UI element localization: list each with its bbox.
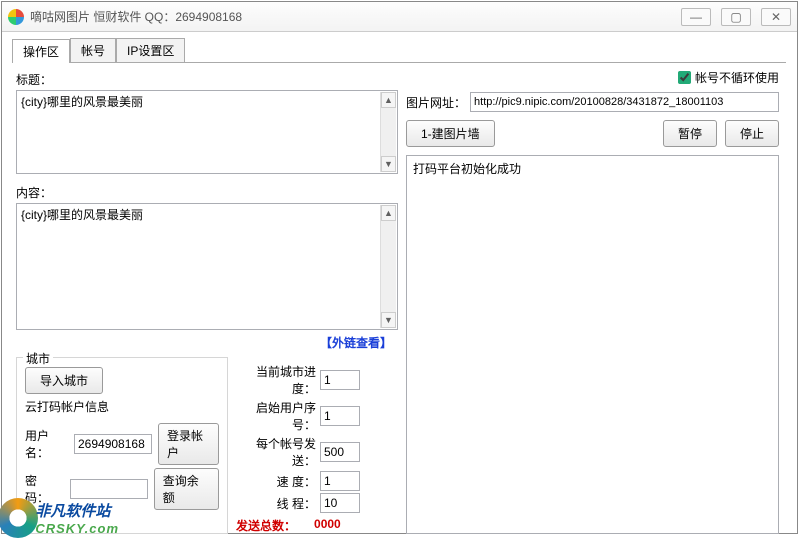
- start-user-label: 启始用户序号：: [236, 399, 316, 433]
- speed-label: 速 度：: [236, 473, 316, 490]
- minimize-button[interactable]: —: [681, 8, 711, 26]
- tab-account[interactable]: 帐号: [70, 38, 116, 62]
- city-groupbox: 城市 导入城市 云打码帐户信息 用户名： 登录帐户 密 码： 查询余额: [16, 357, 228, 534]
- window-title: 嘀咕网图片 恒财软件 QQ：2694908168: [30, 8, 681, 25]
- import-city-button[interactable]: 导入城市: [25, 367, 103, 394]
- no-loop-label: 帐号不循环使用: [695, 69, 779, 86]
- speed-input[interactable]: [320, 471, 360, 491]
- query-balance-button[interactable]: 查询余额: [154, 468, 219, 510]
- cur-city-label: 当前城市进度：: [236, 363, 316, 397]
- scroll-up-icon[interactable]: ▲: [381, 205, 396, 221]
- username-input[interactable]: [74, 434, 152, 454]
- bottom-area: 城市 导入城市 云打码帐户信息 用户名： 登录帐户 密 码： 查询余额: [16, 355, 398, 534]
- send-total-value: 0000: [314, 517, 341, 534]
- scrollbar[interactable]: ▲ ▼: [380, 92, 396, 172]
- stats-column: 当前城市进度： 启始用户序号： 每个帐号发送： 速 度： 线 程： 发送总数： …: [236, 355, 360, 534]
- build-image-wall-button[interactable]: 1-建图片墙: [406, 120, 495, 147]
- no-loop-check[interactable]: 帐号不循环使用: [406, 69, 779, 86]
- content-textarea[interactable]: {city}哪里的风景最美丽 ▲ ▼: [16, 203, 398, 330]
- client-area: 操作区 帐号 IP设置区 标题： {city}哪里的风景最美丽 ▲ ▼ 内容： …: [2, 32, 797, 533]
- password-input[interactable]: [70, 479, 148, 499]
- no-loop-checkbox[interactable]: [678, 71, 691, 84]
- image-url-label: 图片网址：: [406, 94, 466, 111]
- tab-bar: 操作区 帐号 IP设置区: [12, 40, 787, 62]
- external-link-label[interactable]: 【外链查看】: [16, 334, 392, 351]
- thread-input[interactable]: [320, 493, 360, 513]
- scroll-track[interactable]: [381, 222, 396, 311]
- scrollbar[interactable]: ▲ ▼: [380, 205, 396, 328]
- scroll-down-icon[interactable]: ▼: [381, 312, 396, 328]
- password-label: 密 码：: [25, 472, 64, 506]
- thread-label: 线 程：: [236, 495, 316, 512]
- scroll-down-icon[interactable]: ▼: [381, 156, 396, 172]
- left-column: 标题： {city}哪里的风景最美丽 ▲ ▼ 内容： {city}哪里的风景最美…: [16, 69, 398, 534]
- stop-button[interactable]: 停止: [725, 120, 779, 147]
- scroll-up-icon[interactable]: ▲: [381, 92, 396, 108]
- log-textarea[interactable]: 打码平台初始化成功: [406, 155, 779, 534]
- cur-city-input[interactable]: [320, 370, 360, 390]
- title-label: 标题：: [16, 71, 398, 88]
- title-textarea[interactable]: {city}哪里的风景最美丽 ▲ ▼: [16, 90, 398, 174]
- tab-ip-settings[interactable]: IP设置区: [116, 38, 185, 62]
- maximize-button[interactable]: ▢: [721, 8, 751, 26]
- window-controls: — ▢ ✕: [681, 8, 791, 26]
- per-account-label: 每个帐号发送：: [236, 435, 316, 469]
- scroll-track[interactable]: [381, 109, 396, 155]
- app-icon: [8, 9, 24, 25]
- content-label: 内容：: [16, 184, 398, 201]
- start-user-input[interactable]: [320, 406, 360, 426]
- right-column: 帐号不循环使用 图片网址： 1-建图片墙 暂停 停止 打码平台初始化成功: [406, 69, 783, 534]
- content-text: {city}哪里的风景最美丽: [17, 204, 397, 225]
- tab-operation[interactable]: 操作区: [12, 39, 70, 63]
- send-total-label: 发送总数：: [236, 517, 296, 534]
- login-account-button[interactable]: 登录帐户: [158, 423, 219, 465]
- image-url-input[interactable]: [470, 92, 779, 112]
- tab-content: 标题： {city}哪里的风景最美丽 ▲ ▼ 内容： {city}哪里的风景最美…: [12, 63, 787, 534]
- username-label: 用户名：: [25, 427, 68, 461]
- pause-button[interactable]: 暂停: [663, 120, 717, 147]
- close-button[interactable]: ✕: [761, 8, 791, 26]
- cloud-dama-label: 云打码帐户信息: [25, 398, 219, 415]
- city-legend: 城市: [23, 350, 53, 367]
- main-window: 嘀咕网图片 恒财软件 QQ：2694908168 — ▢ ✕ 操作区 帐号 IP…: [1, 1, 798, 534]
- log-text: 打码平台初始化成功: [413, 162, 521, 176]
- title-text: {city}哪里的风景最美丽: [17, 91, 397, 112]
- per-account-input[interactable]: [320, 442, 360, 462]
- titlebar: 嘀咕网图片 恒财软件 QQ：2694908168 — ▢ ✕: [2, 2, 797, 32]
